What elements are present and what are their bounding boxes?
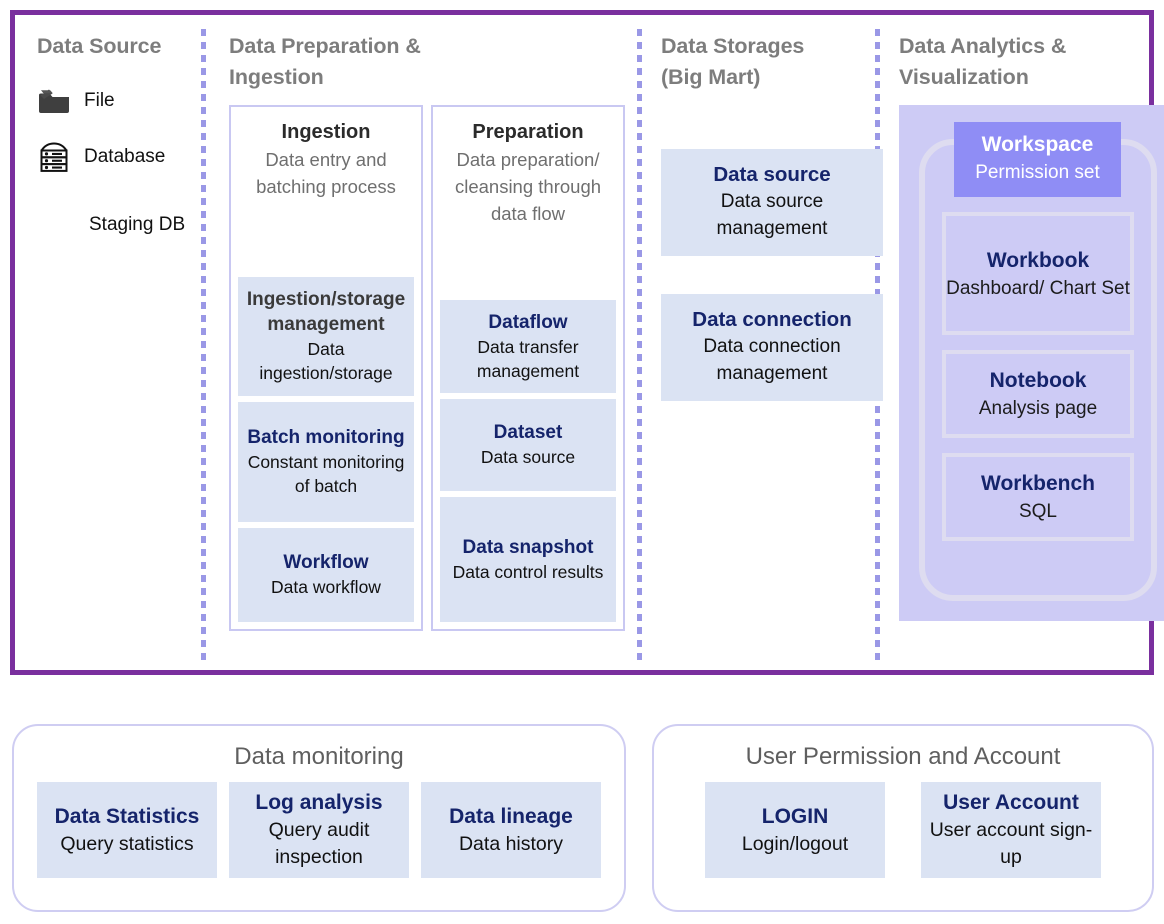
item-workspace[interactable]: Workspace Permission set xyxy=(954,122,1121,197)
item-title: Workspace xyxy=(981,133,1094,156)
column-title-data-source: Data Source xyxy=(37,34,162,58)
item-subtitle: Query audit inspection xyxy=(268,819,370,868)
panel-title-data-monitoring: Data monitoring xyxy=(234,743,404,770)
data-source-item-file[interactable]: File xyxy=(37,84,205,118)
item-title: Dataflow xyxy=(488,311,568,333)
item-title: Data Statistics xyxy=(54,804,200,828)
data-source-label-file: File xyxy=(84,90,115,111)
item-subtitle: Data history xyxy=(458,832,564,855)
item-subtitle: Constant monitoring of batch xyxy=(247,452,405,496)
folder-icon xyxy=(37,84,71,118)
column-title-data-analytics: Data Analytics & Visualization xyxy=(899,34,1067,89)
item-login[interactable]: LOGIN Login/logout xyxy=(705,782,885,878)
item-title: Workbook xyxy=(986,248,1090,272)
column-title-data-storages: Data Storages (Big Mart) xyxy=(661,34,805,89)
item-subtitle: Permission set xyxy=(975,162,1100,183)
item-subtitle: Data source xyxy=(480,447,576,467)
item-subtitle: Dashboard/ Chart Set xyxy=(946,277,1130,299)
item-title: Log analysis xyxy=(255,791,383,814)
data-source-label-database: Database xyxy=(84,146,166,167)
item-subtitle: Analysis page xyxy=(978,398,1098,419)
item-data-source[interactable]: Data source Data source management xyxy=(661,149,883,256)
item-subtitle: Data control results xyxy=(452,561,604,582)
item-title: User Account xyxy=(943,791,1079,814)
group-preparation-subtitle: Data preparation/ cleansing through data… xyxy=(454,149,602,224)
item-subtitle: Login/logout xyxy=(741,832,849,855)
item-title: LOGIN xyxy=(761,804,829,828)
main-columns: Data Source File Database Staging DB Dat… xyxy=(15,15,1164,670)
item-title: Ingestion/storage management xyxy=(246,289,406,335)
item-data-statistics[interactable]: Data Statistics Query statistics xyxy=(37,782,217,878)
preparation-groups: Ingestion Data entry and batching proces… xyxy=(229,105,641,631)
database-icon xyxy=(37,140,71,174)
group-ingestion-subtitle: Data entry and batching process xyxy=(256,149,396,197)
panel-title-user-permission: User Permission and Account xyxy=(745,743,1061,770)
column-data-preparation-ingestion: Data Preparation & Ingestion Ingestion D… xyxy=(205,15,641,670)
item-data-connection[interactable]: Data connection Data connection manageme… xyxy=(661,294,883,401)
column-title-data-preparation: Data Preparation & Ingestion xyxy=(229,34,421,89)
item-title: Workflow xyxy=(283,552,369,573)
item-dataset[interactable]: Dataset Data source xyxy=(440,399,616,491)
item-subtitle: SQL xyxy=(1018,501,1058,522)
item-data-snapshot[interactable]: Data snapshot Data control results xyxy=(440,497,616,622)
column-data-analytics-visualization: Data Analytics & Visualization Workspace… xyxy=(879,15,1164,670)
item-subtitle: Data source management xyxy=(716,191,828,239)
architecture-main-panel: Data Source File Database Staging DB Dat… xyxy=(10,10,1164,675)
group-preparation-header: Preparation Data preparation/ cleansing … xyxy=(440,113,616,231)
item-subtitle: Data transfer management xyxy=(476,336,580,381)
item-subtitle: Query statistics xyxy=(60,832,194,855)
user-permission-items: LOGIN Login/logout User Account User acc… xyxy=(654,782,1152,878)
item-batch-monitoring[interactable]: Batch monitoring Constant monitoring of … xyxy=(238,402,414,522)
panel-user-permission-and-account: User Permission and Account LOGIN Login/… xyxy=(652,724,1154,912)
item-title: Data source xyxy=(713,163,831,186)
item-title: Data snapshot xyxy=(462,536,594,558)
item-title: Data connection xyxy=(692,308,852,331)
item-log-analysis[interactable]: Log analysis Query audit inspection xyxy=(229,782,409,878)
item-subtitle: Data connection management xyxy=(703,336,841,384)
item-data-lineage[interactable]: Data lineage Data history xyxy=(421,782,601,878)
item-title: Dataset xyxy=(493,422,563,443)
item-workflow[interactable]: Workflow Data workflow xyxy=(238,528,414,622)
panel-data-monitoring: Data monitoring Data Statistics Query st… xyxy=(12,724,626,912)
item-workbook[interactable]: Workbook Dashboard/ Chart Set xyxy=(942,212,1134,335)
analytics-panel: Workspace Permission set Workbook Dashbo… xyxy=(899,105,1164,621)
item-user-account[interactable]: User Account User account sign-up xyxy=(921,782,1101,878)
item-title: Workbench xyxy=(981,472,1095,495)
column-data-source: Data Source File Database Staging DB xyxy=(15,15,205,670)
group-ingestion-title: Ingestion xyxy=(281,121,371,143)
group-preparation: Preparation Data preparation/ cleansing … xyxy=(431,105,625,631)
group-preparation-title: Preparation xyxy=(472,121,584,143)
item-subtitle: User account sign-up xyxy=(929,819,1093,868)
item-dataflow[interactable]: Dataflow Data transfer management xyxy=(440,300,616,393)
group-ingestion-header: Ingestion Data entry and batching proces… xyxy=(238,113,414,204)
data-source-item-database[interactable]: Database xyxy=(37,140,205,174)
item-title: Data lineage xyxy=(449,804,573,828)
data-monitoring-items: Data Statistics Query statistics Log ana… xyxy=(14,782,624,878)
staging-db-label: Staging DB xyxy=(89,214,186,235)
column-data-storages: Data Storages (Big Mart) Data source Dat… xyxy=(641,15,883,670)
item-ingestion-storage-management[interactable]: Ingestion/storage management Data ingest… xyxy=(238,277,414,396)
item-subtitle: Data workflow xyxy=(271,577,381,597)
item-subtitle: Data ingestion/storage xyxy=(259,339,393,383)
item-workbench[interactable]: Workbench SQL xyxy=(942,453,1134,541)
item-title: Notebook xyxy=(989,369,1087,392)
item-title: Batch monitoring xyxy=(247,427,405,448)
group-ingestion: Ingestion Data entry and batching proces… xyxy=(229,105,423,631)
item-notebook[interactable]: Notebook Analysis page xyxy=(942,350,1134,438)
